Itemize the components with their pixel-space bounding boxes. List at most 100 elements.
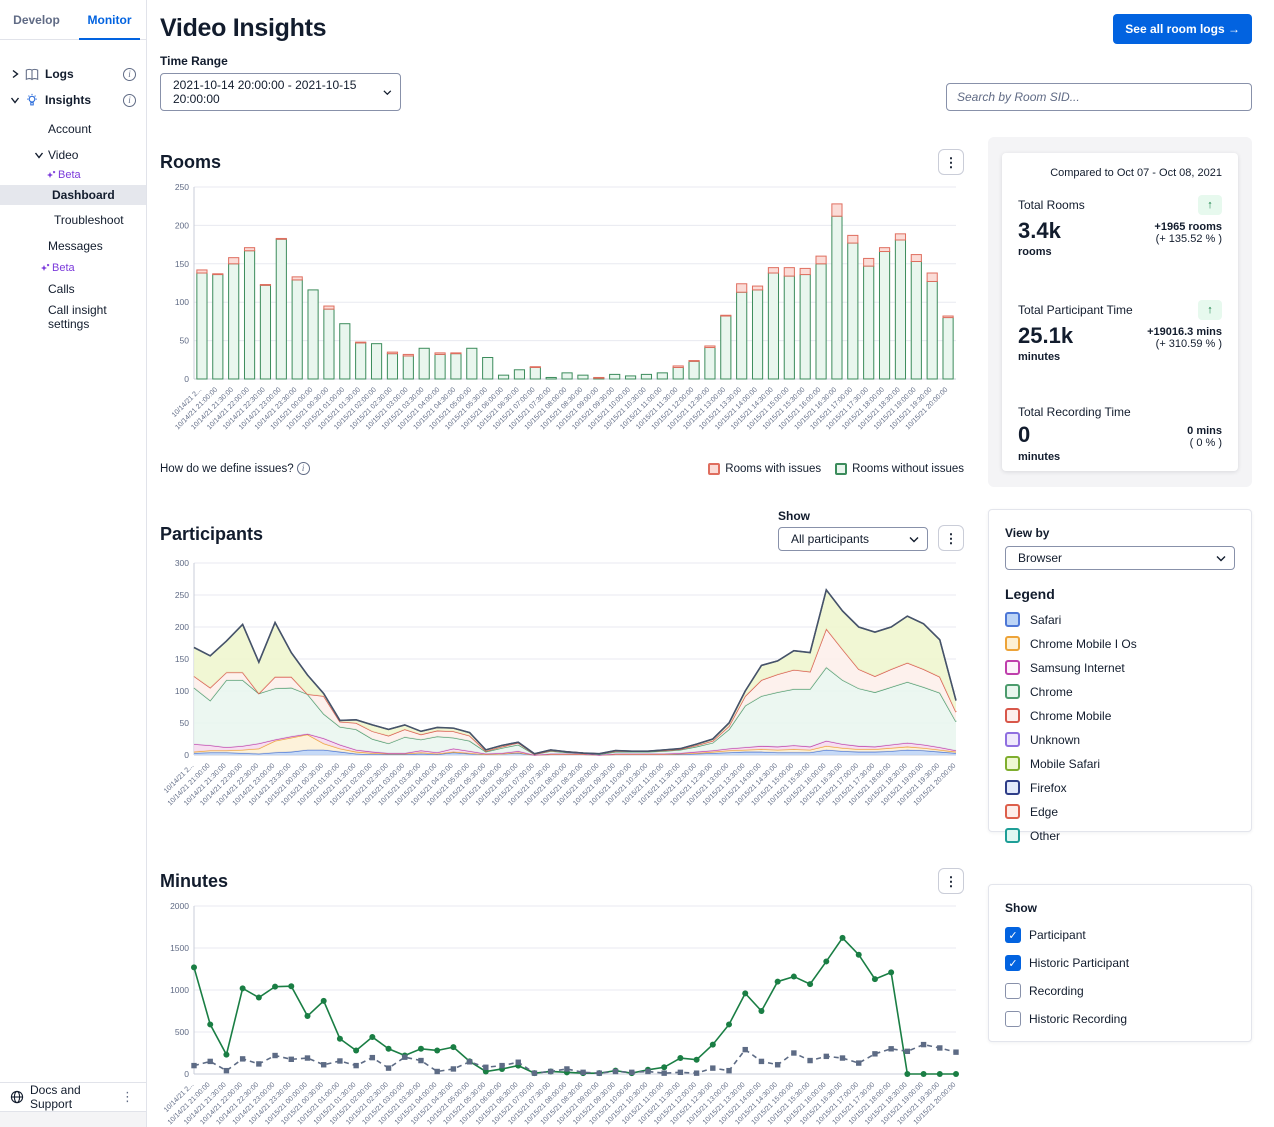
stat-total-participant-time: Total Participant Time ↑ 25.1k minutes +… [1018,300,1222,363]
checkbox-recording[interactable]: Recording [1005,983,1235,999]
legend-swatch [1005,756,1020,771]
stat-delta-pct: (+ 310.59 % ) [1147,338,1222,350]
rooms-title: Rooms [160,152,221,173]
rooms-chart: 05010015020025010/14/21 2...10/14/21 21:… [160,179,964,466]
svg-text:100: 100 [175,686,189,696]
insights-icon [25,93,39,107]
svg-text:150: 150 [175,259,189,269]
svg-text:0: 0 [184,750,189,760]
checkbox-unchecked-icon[interactable] [1005,1011,1021,1027]
svg-text:0: 0 [184,374,189,384]
minutes-show-panel: Show ✓Participant ✓Historic Participant Re… [988,884,1252,1042]
trend-up-icon: ↑ [1198,195,1222,215]
legend-label: Other [1030,829,1060,843]
kebab-menu-icon[interactable]: ⋮ [117,1089,138,1105]
checkbox-label: Historic Recording [1029,1012,1127,1026]
sidebar-item-video[interactable]: Video [0,144,146,166]
view-by-select[interactable]: Browser [1005,546,1235,570]
beta-label: Beta [52,262,75,274]
rooms-chart-legend: Rooms with issuesRooms without issues [708,463,964,475]
svg-text:250: 250 [175,590,189,600]
legend-label: Chrome Mobile [1030,709,1111,723]
rooms-menu-button[interactable]: ⋮ [938,149,964,175]
view-by-panel: View by Browser Legend SafariChrome Mobi… [988,509,1252,832]
trend-up-icon: ↑ [1198,300,1222,320]
checkbox-unchecked-icon[interactable] [1005,983,1021,999]
minutes-title: Minutes [160,871,228,892]
show-label: Show [1005,901,1235,915]
chevron-down-icon [909,536,919,543]
participants-show-select[interactable]: All participants [778,527,928,551]
search-input[interactable] [946,83,1252,111]
time-range-label: Time Range [160,54,401,68]
legend-label: Edge [1030,805,1058,819]
stats-panel: Compared to Oct 07 - Oct 08, 2021 Total … [988,137,1252,487]
chevron-down-icon [1216,555,1226,562]
legend-label: Chrome [1030,685,1073,699]
legend-label: Firefox [1030,781,1067,795]
minutes-section: Minutes ⋮ 050010001500200010/14/21 2...1… [160,868,964,1127]
legend-swatch [1005,612,1020,627]
page-title: Video Insights [160,14,326,43]
svg-text:500: 500 [175,1027,189,1037]
browser-legend-item: Chrome Mobile [1005,708,1235,723]
legend-title: Legend [1005,586,1235,602]
sidebar: Develop Monitor Logs i Insights i Accoun… [0,0,147,1127]
checkbox-checked-icon[interactable]: ✓ [1005,955,1021,971]
stat-delta-pct: ( 0 % ) [1187,437,1222,449]
info-icon[interactable]: i [123,68,136,81]
sparkle-icon [40,263,50,273]
sidebar-item-dashboard[interactable]: Dashboard [0,185,146,205]
svg-text:1500: 1500 [170,943,189,953]
legend-label: Safari [1030,613,1061,627]
chevron-down-icon [10,95,20,105]
checkbox-historic-participant[interactable]: ✓Historic Participant [1005,955,1235,971]
participants-menu-button[interactable]: ⋮ [938,525,964,551]
browser-legend-item: Unknown [1005,732,1235,747]
stat-label: Total Recording Time [1018,405,1131,419]
sidebar-item-call-insight-settings[interactable]: Call insight settings [0,306,146,328]
sidebar-item-messages[interactable]: Messages [0,235,146,257]
sidebar-item-troubleshoot[interactable]: Troubleshoot [0,209,146,231]
sidebar-item-logs[interactable]: Logs i [0,62,146,86]
sidebar-item-calls[interactable]: Calls [0,278,146,300]
time-range-select[interactable]: 2021-10-14 20:00:00 - 2021-10-15 20:00:0… [160,73,401,111]
info-icon[interactable]: i [123,94,136,107]
legend-swatch [1005,636,1020,651]
sidebar-item-insights[interactable]: Insights i [0,88,146,112]
show-options-list: ✓Participant ✓Historic Participant Recordi… [1005,927,1235,1027]
stat-total-rooms: Total Rooms ↑ 3.4k rooms +1965 rooms (+ … [1018,195,1222,258]
stat-label: Total Rooms [1018,198,1085,212]
info-icon: i [297,462,310,475]
time-range-value: 2021-10-14 20:00:00 - 2021-10-15 20:00:0… [173,78,375,106]
legend-label: Mobile Safari [1030,757,1100,771]
sidebar-item-account[interactable]: Account [0,118,146,140]
issues-question-label: How do we define issues? [160,463,294,475]
chevron-down-icon [383,89,392,96]
issues-definition-link[interactable]: How do we define issues? i [160,462,310,475]
browser-legend-item: Safari [1005,612,1235,627]
stat-delta: +1965 rooms [1154,221,1222,233]
see-all-room-logs-button[interactable]: See all room logs → [1113,14,1252,44]
book-icon [25,68,39,81]
stat-label: Total Participant Time [1018,303,1133,317]
docs-and-support[interactable]: Docs and Support ⋮ [0,1082,146,1110]
stat-total-recording-time: Total Recording Time 0 minutes 0 mins ( … [1018,405,1222,462]
legend-swatch [1005,804,1020,819]
tab-develop[interactable]: Develop [0,0,73,39]
legend-swatch [1005,732,1020,747]
browser-legend-item: Chrome Mobile I Os [1005,636,1235,651]
stat-unit: minutes [1018,351,1073,363]
participants-chart: 05010015020025030010/14/21 2...10/14/21 … [160,555,964,842]
svg-text:50: 50 [180,718,190,728]
legend-label: Rooms with issues [725,463,821,475]
legend-swatch [708,463,720,475]
checkbox-participant[interactable]: ✓Participant [1005,927,1235,943]
svg-text:50: 50 [180,336,190,346]
tab-monitor[interactable]: Monitor [73,0,146,39]
checkbox-historic-recording[interactable]: Historic Recording [1005,1011,1235,1027]
svg-text:0: 0 [184,1069,189,1079]
checkbox-checked-icon[interactable]: ✓ [1005,927,1021,943]
minutes-menu-button[interactable]: ⋮ [938,868,964,894]
stat-delta-pct: (+ 135.52 % ) [1154,233,1222,245]
